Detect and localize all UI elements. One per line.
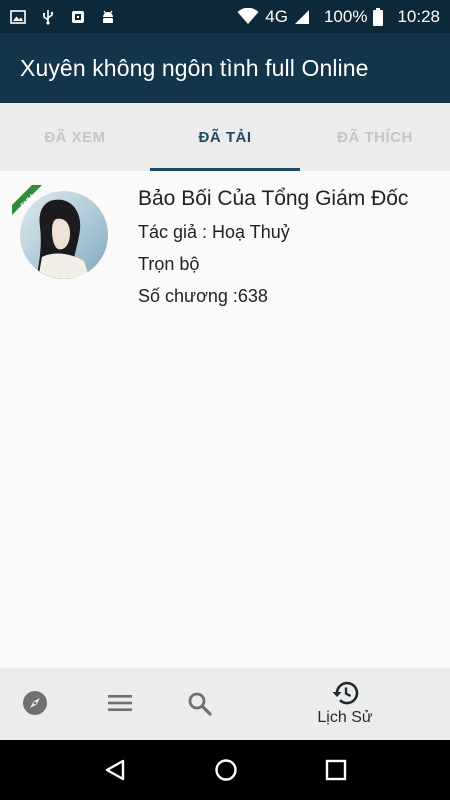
book-status: Trọn bộ [138, 254, 200, 274]
app-bar: Xuyên không ngôn tình full Online [0, 33, 450, 103]
recents-icon[interactable] [325, 759, 347, 781]
network-type: 4G [265, 6, 288, 26]
bottom-nav: Lịch Sử [0, 668, 450, 740]
image-notification-icon [10, 9, 26, 24]
book-title: Bảo Bối Của Tổng Giám Đốc [138, 187, 409, 210]
android-icon [103, 10, 113, 23]
nav-history-button[interactable]: Lịch Sử [310, 680, 380, 727]
book-list: FULL Bảo Bối Của Tổng Giám Đốc Tác giả :… [0, 171, 450, 668]
system-nav-bar [0, 740, 450, 800]
history-icon [332, 681, 359, 705]
battery-icon [373, 7, 384, 26]
status-bar: 4G 100% 10:28 [0, 0, 450, 33]
battery-level: 100% [323, 6, 368, 26]
usb-icon [43, 9, 54, 25]
menu-icon [108, 695, 132, 711]
book-info: Bảo Bối Của Tổng Giám Đốc Tác giả : Hoạ … [138, 185, 408, 312]
full-badge: FULL [20, 191, 38, 209]
signal-icon [294, 9, 309, 24]
tab-viewed[interactable]: ĐÃ XEM [0, 103, 150, 171]
full-badge-ribbon: FULL [12, 185, 42, 215]
wifi-icon [237, 8, 259, 24]
nav-categories-button[interactable] [107, 692, 133, 714]
search-icon [188, 692, 212, 716]
tab-liked[interactable]: ĐÃ THÍCH [300, 103, 450, 171]
debug-icon [72, 10, 84, 23]
list-item[interactable]: FULL Bảo Bối Của Tổng Giám Đốc Tác giả :… [0, 171, 450, 326]
app-title: Xuyên không ngôn tình full Online [20, 54, 369, 81]
book-chapters: Số chương :638 [138, 286, 268, 306]
compass-icon [23, 691, 47, 715]
back-icon[interactable] [103, 758, 127, 782]
book-author: Tác giả : Hoạ Thuỷ [138, 222, 290, 242]
nav-history-label: Lịch Sử [317, 709, 373, 726]
book-cover-wrap: FULL [12, 185, 126, 295]
clock: 10:28 [397, 6, 440, 26]
nav-explore-button[interactable] [22, 690, 48, 716]
nav-search-button[interactable] [187, 691, 213, 717]
tab-bar: ĐÃ XEM ĐÃ TẢI ĐÃ THÍCH [0, 103, 450, 171]
home-icon[interactable] [214, 758, 238, 782]
tab-downloaded[interactable]: ĐÃ TẢI [150, 103, 300, 171]
